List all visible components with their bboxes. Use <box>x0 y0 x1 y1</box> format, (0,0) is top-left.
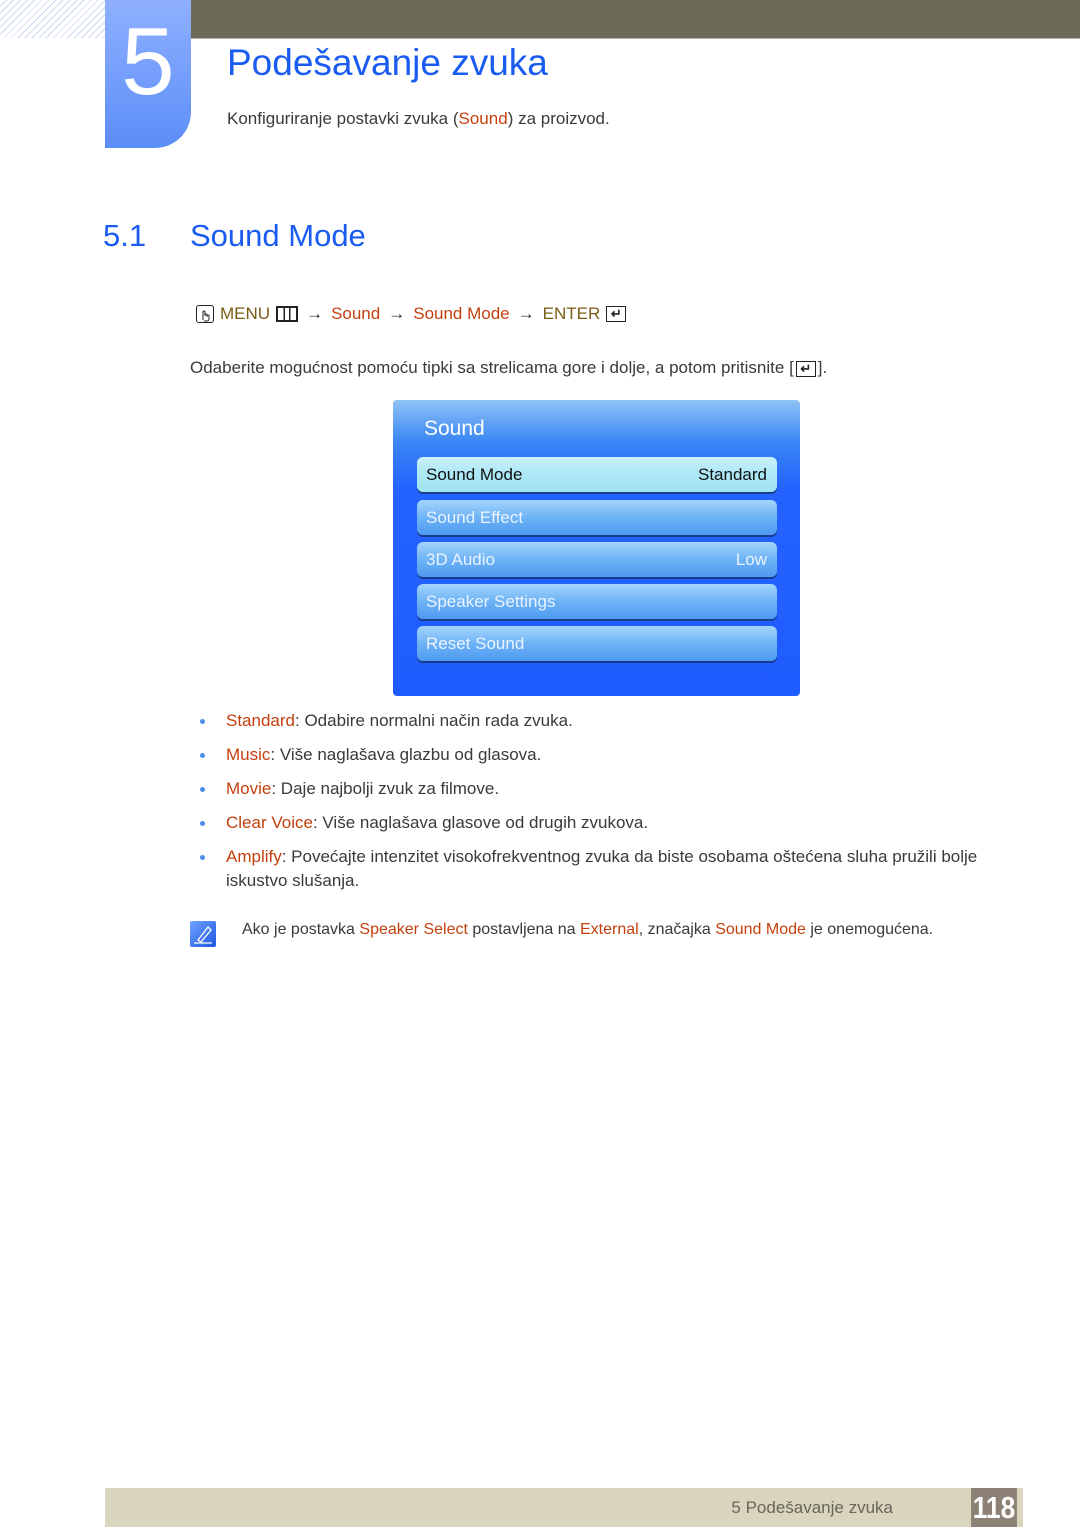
note-highlight: Speaker Select <box>359 921 468 938</box>
tv-sound-menu: Sound Sound Mode Standard Sound Effect 3… <box>393 400 800 696</box>
option-desc: : Odabire normalni način rada zvuka. <box>295 711 573 730</box>
note-pencil-icon <box>190 921 216 947</box>
enter-icon: ↵ <box>606 306 627 322</box>
section-title: Sound Mode <box>190 218 366 253</box>
bullet-icon <box>200 753 205 758</box>
menu-step-sound-mode: Sound Mode <box>413 304 510 323</box>
decorative-hatch <box>0 0 105 38</box>
option-desc: : Više naglašava glasove od drugih zvuko… <box>312 813 649 832</box>
arrow-icon: → <box>306 304 324 323</box>
page-number: 118 <box>971 1488 1017 1527</box>
tv-menu-item-sound-effect[interactable]: Sound Effect <box>417 500 777 535</box>
section-number: 5.1 <box>103 218 147 253</box>
subtitle-text-end: ) za proizvod. <box>507 109 610 128</box>
enter-icon: ↵ <box>795 360 816 377</box>
instruction: Odaberite mogućnost pomoću tipki sa stre… <box>190 356 827 380</box>
note-text-part: postavljena na <box>467 921 580 938</box>
remote-hand-icon <box>196 305 214 323</box>
menu-grid-icon <box>276 306 299 322</box>
option-list: Standard: Odabire normalni način rada zv… <box>190 709 1020 903</box>
tv-item-label: Sound Mode <box>426 464 523 484</box>
bullet-icon <box>200 787 205 792</box>
arrow-icon: → <box>517 304 535 323</box>
option-desc: : Povećajte intenzitet visokofrekventnog… <box>226 847 978 890</box>
tv-item-value: Standard <box>698 464 767 484</box>
bullet-icon <box>200 719 205 724</box>
note-text-part: Ako je postavka <box>242 921 360 938</box>
option-desc: : Daje najbolji zvuk za filmove. <box>271 779 500 798</box>
tv-item-label: 3D Audio <box>426 549 495 569</box>
chapter-number: 5 <box>121 8 175 115</box>
list-item: Clear Voice: Više naglašava glasove od d… <box>190 811 1020 835</box>
tv-item-value: Low <box>735 549 767 569</box>
menu-step-sound: Sound <box>331 304 381 323</box>
tv-item-label: Speaker Settings <box>426 591 556 611</box>
enter-label: ENTER <box>542 304 601 323</box>
tv-menu-item-reset-sound[interactable]: Reset Sound <box>417 626 777 661</box>
list-item: Amplify: Povećajte intenzitet visokofrek… <box>190 845 1020 893</box>
tv-menu-item-speaker-settings[interactable]: Speaker Settings <box>417 584 777 619</box>
note-text: Ako je postavka Speaker Select postavlje… <box>242 918 933 942</box>
footer-chapter-label: 5 Podešavanje zvuka <box>731 1498 893 1517</box>
chapter-tab: 5 <box>105 0 191 148</box>
note-text-part: , značajka <box>638 921 716 938</box>
subtitle-text: Konfiguriranje postavki zvuka ( <box>227 109 459 128</box>
list-item: Standard: Odabire normalni način rada zv… <box>190 709 1020 733</box>
list-item: Music: Više naglašava glazbu od glasova. <box>190 743 1020 767</box>
footer-bar: 5 Podešavanje zvuka <box>105 1488 1023 1527</box>
tv-item-label: Reset Sound <box>426 633 525 653</box>
note-text-part: je onemogućena. <box>805 921 934 938</box>
option-term: Amplify <box>226 847 282 866</box>
menu-label: MENU <box>220 304 271 323</box>
option-term: Music <box>226 745 271 764</box>
tv-menu-title: Sound <box>424 417 485 440</box>
list-item: Movie: Daje najbolji zvuk za filmove. <box>190 777 1020 801</box>
tv-menu-item-sound-mode[interactable]: Sound Mode Standard <box>417 457 777 492</box>
option-term: Standard <box>226 711 295 730</box>
arrow-icon: → <box>388 304 406 323</box>
top-bar <box>190 0 1080 39</box>
tv-menu-item-3d-audio[interactable]: 3D Audio Low <box>417 542 777 577</box>
tv-item-label: Sound Effect <box>426 507 524 527</box>
note: Ako je postavka Speaker Select postavlje… <box>190 918 933 947</box>
subtitle-highlight: Sound <box>458 109 508 128</box>
chapter-title: Podešavanje zvuka <box>227 42 548 83</box>
bullet-icon <box>200 821 205 826</box>
option-term: Clear Voice <box>226 813 313 832</box>
option-term: Movie <box>226 779 272 798</box>
note-highlight: External <box>580 921 639 938</box>
bullet-icon <box>200 855 205 860</box>
instruction-text: Odaberite mogućnost pomoću tipki sa stre… <box>190 358 794 377</box>
menu-path: MENU → Sound → Sound Mode → ENTER ↵ <box>196 302 627 326</box>
option-desc: : Više naglašava glazbu od glasova. <box>270 745 542 764</box>
chapter-subtitle: Konfiguriranje postavki zvuka (Sound) za… <box>227 107 610 131</box>
instruction-close: ]. <box>817 358 828 377</box>
note-highlight: Sound Mode <box>715 921 806 938</box>
